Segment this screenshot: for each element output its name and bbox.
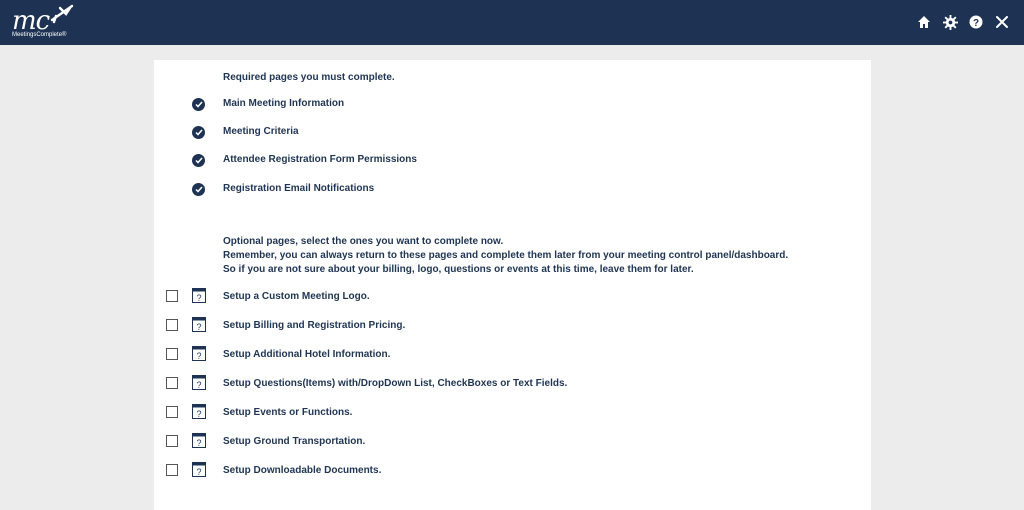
- svg-text:?: ?: [196, 409, 201, 419]
- optional-item-label[interactable]: Setup Downloadable Documents.: [223, 465, 381, 476]
- svg-text:?: ?: [196, 438, 201, 448]
- svg-text:?: ?: [196, 351, 201, 361]
- required-item-label: Main Meeting Information: [223, 98, 345, 109]
- optional-heading-line-3: So if you are not sure about your billin…: [223, 264, 694, 275]
- close-icon[interactable]: [994, 14, 1010, 30]
- optional-heading-line-1: Optional pages, select the ones you want…: [223, 236, 504, 247]
- required-item: Main Meeting Information: [192, 96, 344, 112]
- check-circle-icon: [192, 125, 205, 139]
- airplane-icon: [50, 4, 74, 24]
- required-item-label: Registration Email Notifications: [223, 183, 375, 194]
- gear-icon[interactable]: [942, 14, 958, 30]
- svg-text:?: ?: [196, 380, 201, 390]
- meetingscomplete-logo[interactable]: mc MeetingsComplete®: [10, 4, 80, 42]
- optional-item-label[interactable]: Setup Questions(Items) with/DropDown Lis…: [223, 378, 567, 389]
- page-help-icon[interactable]: ?: [192, 375, 206, 390]
- check-circle-icon: [192, 97, 205, 111]
- page-help-icon[interactable]: ?: [192, 404, 206, 419]
- optional-item-checkbox[interactable]: [166, 290, 178, 302]
- svg-text:?: ?: [196, 322, 201, 332]
- optional-item-checkbox[interactable]: [166, 406, 178, 418]
- page-help-icon[interactable]: ?: [192, 462, 206, 477]
- page-help-icon[interactable]: ?: [192, 346, 206, 361]
- optional-item-label[interactable]: Setup Additional Hotel Information.: [223, 349, 390, 360]
- header-actions: ?: [916, 14, 1010, 30]
- optional-item-label[interactable]: Setup Billing and Registration Pricing.: [223, 320, 405, 331]
- home-icon[interactable]: [916, 14, 932, 30]
- required-heading: Required pages you must complete.: [223, 72, 395, 83]
- logo-text: MeetingsComplete®: [12, 32, 67, 38]
- optional-item-label[interactable]: Setup Events or Functions.: [223, 407, 352, 418]
- help-icon[interactable]: ?: [968, 14, 984, 30]
- top-bar: mc MeetingsComplete® ?: [0, 0, 1024, 45]
- required-item-label: Meeting Criteria: [223, 126, 299, 137]
- optional-item-checkbox[interactable]: [166, 377, 178, 389]
- svg-text:?: ?: [196, 293, 201, 303]
- optional-item-checkbox[interactable]: [166, 319, 178, 331]
- check-circle-icon: [192, 182, 205, 196]
- page-help-icon[interactable]: ?: [192, 288, 206, 303]
- required-item-label: Attendee Registration Form Permissions: [223, 154, 417, 165]
- optional-item-checkbox[interactable]: [166, 464, 178, 476]
- optional-item-label[interactable]: Setup a Custom Meeting Logo.: [223, 291, 370, 302]
- check-circle-icon: [192, 153, 205, 167]
- optional-item-checkbox[interactable]: [166, 348, 178, 360]
- required-item: Attendee Registration Form Permissions: [192, 152, 417, 168]
- svg-text:?: ?: [196, 467, 201, 477]
- optional-item-checkbox[interactable]: [166, 435, 178, 447]
- optional-heading-line-2: Remember, you can always return to these…: [223, 250, 789, 261]
- required-item: Registration Email Notifications: [192, 181, 374, 197]
- page-help-icon[interactable]: ?: [192, 433, 206, 448]
- optional-item-label[interactable]: Setup Ground Transportation.: [223, 436, 365, 447]
- setup-pages-panel: Required pages you must complete. Main M…: [154, 60, 871, 510]
- page-help-icon[interactable]: ?: [192, 317, 206, 332]
- svg-text:?: ?: [973, 18, 979, 29]
- required-item: Meeting Criteria: [192, 124, 299, 140]
